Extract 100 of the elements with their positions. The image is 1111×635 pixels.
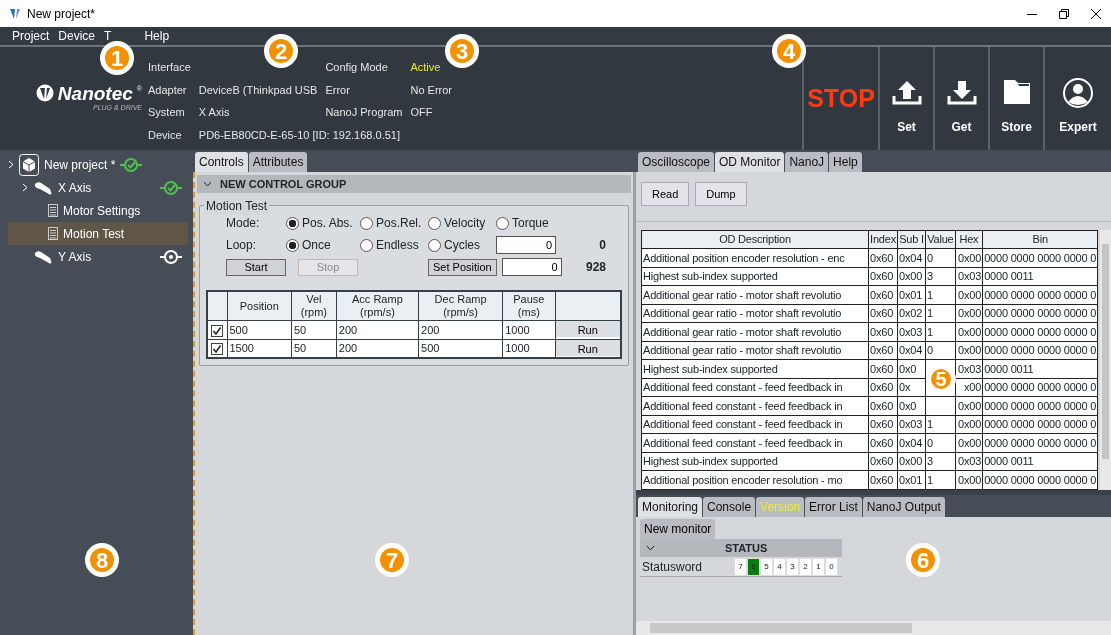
tab[interactable]: Error List	[805, 497, 862, 517]
tab[interactable]: New monitor	[640, 519, 716, 539]
table-cell: 50	[291, 339, 337, 358]
table-cell: 0000 0000 0000 0000 0	[982, 470, 1098, 490]
window-title: New project*	[27, 5, 96, 23]
radio-button[interactable]: Velocity	[428, 214, 490, 232]
status-bit: 7	[734, 557, 747, 576]
table-cell: 0000 0000 0000 0000 0	[982, 304, 1098, 323]
tree-item[interactable]: X Axis	[8, 176, 188, 199]
start-button[interactable]: Start	[226, 258, 286, 276]
table-cell: 500	[227, 320, 292, 339]
toolbar-button[interactable]: Read	[641, 182, 690, 206]
table-cell: 50	[291, 320, 337, 339]
table-cell: 0000 0011	[982, 267, 1098, 286]
table-cell: Additional gear ratio - motor shaft revolutio	[641, 285, 869, 305]
radio-button[interactable]: Pos. Abs.	[286, 214, 354, 232]
radio-button[interactable]: Torque	[496, 214, 558, 232]
menu-item[interactable]: Help	[144, 29, 170, 43]
readout: 928	[585, 259, 606, 276]
table-cell: 0x00	[955, 248, 983, 268]
scrollbar[interactable]	[1100, 230, 1111, 490]
table-cell: Highest sub-index supported	[641, 452, 869, 471]
chevron-icon	[8, 160, 14, 169]
tab[interactable]: Console	[703, 497, 756, 517]
motor-icon	[33, 249, 53, 264]
table-cell: Additional feed constant - feed feedback in	[641, 415, 869, 434]
tree-label: Motor Settings	[63, 202, 141, 220]
table-cell: 0x60	[868, 322, 898, 342]
upload-icon	[891, 78, 922, 108]
tree-label: New project *	[44, 156, 116, 174]
table-cell: Additional gear ratio - motor shaft revolutio	[641, 322, 869, 342]
cube-icon	[19, 153, 39, 176]
table-cell: 0x00	[955, 470, 983, 490]
info-value: X Axis	[198, 105, 231, 120]
info-label: Adapter	[148, 82, 188, 98]
column-header: OD Description	[641, 230, 869, 249]
tree-item[interactable]: New project *	[8, 153, 188, 176]
radio-button[interactable]: Once	[286, 236, 354, 254]
group-header[interactable]: STATUS	[640, 539, 842, 557]
column-header: Position	[227, 291, 292, 321]
menu-item[interactable]: Device	[58, 29, 96, 43]
status-bit: 0	[825, 557, 838, 576]
info-label: Device	[148, 127, 183, 143]
table-cell: 0x04	[897, 341, 926, 360]
table-cell: 0x00	[955, 433, 983, 453]
tab[interactable]: Help	[829, 152, 862, 172]
menu-item[interactable]: T	[104, 29, 112, 43]
tree-item[interactable]: Y Axis	[8, 245, 188, 268]
tab[interactable]: OD Monitor	[715, 152, 785, 172]
tab[interactable]: Monitoring	[638, 497, 703, 517]
tree-item[interactable]: Motion Test	[8, 222, 188, 245]
status-bit: 2	[799, 557, 812, 576]
table-cell: 0x03	[897, 415, 926, 434]
run-button[interactable]: Run	[555, 321, 620, 337]
field-label: Mode:	[225, 215, 261, 232]
checkbox[interactable]	[211, 324, 224, 337]
table-cell: 0x00	[897, 452, 926, 471]
logo-icon	[35, 84, 54, 103]
restore-icon[interactable]	[1059, 8, 1069, 19]
table-cell: 3	[925, 267, 956, 286]
set-position-button[interactable]: Set Position	[428, 258, 497, 276]
table-cell: 1	[925, 285, 956, 305]
table-cell: Additional feed constant - feed feedback in	[641, 433, 869, 453]
table-cell: 200	[336, 320, 419, 339]
status-bit: 4	[773, 557, 786, 576]
tree-item[interactable]: Motor Settings	[8, 199, 188, 222]
info-label: Config Mode	[325, 60, 389, 75]
radio-button[interactable]: Endless	[360, 236, 422, 254]
scrollbar[interactable]	[636, 621, 1111, 635]
tab[interactable]: NanoJ	[785, 152, 829, 172]
radio-button[interactable]: Pos.Rel.	[360, 214, 422, 232]
table-cell: Additional gear ratio - motor shaft revolutio	[641, 341, 869, 360]
info-value: No Error	[410, 82, 453, 98]
position-field[interactable]: 0	[501, 258, 562, 276]
tab[interactable]: Controls	[195, 152, 248, 172]
table-cell: 3	[925, 452, 956, 471]
table-cell: 0x60	[868, 378, 898, 397]
table-cell: 0x00	[955, 341, 983, 360]
group-header[interactable]: NEW CONTROL GROUP	[197, 175, 631, 193]
table-cell: 0000 0000 0000 0000 0	[982, 378, 1098, 397]
table-cell: 0x0	[897, 359, 926, 379]
table-cell: 0000 0000 0000 0000 0	[982, 285, 1098, 305]
cycles-field[interactable]: 0	[496, 236, 556, 254]
table-cell: 0x60	[868, 359, 898, 379]
table-cell: 0x0	[897, 396, 926, 416]
table-cell: 0x01	[897, 285, 926, 305]
table-cell: Highest sub-index supported	[641, 359, 869, 379]
table-cell: Highest sub-index supported	[641, 267, 869, 286]
tree-label: Motion Test	[63, 225, 125, 243]
checkbox[interactable]	[211, 343, 224, 356]
radio-button[interactable]: Cycles	[428, 236, 490, 254]
close-icon[interactable]	[1091, 8, 1101, 19]
tab[interactable]: NanoJ Output	[862, 497, 945, 517]
tab[interactable]: Oscilloscope	[638, 152, 715, 172]
info-value: Active	[410, 60, 442, 75]
column-header: Bin	[982, 230, 1098, 249]
menu-item[interactable]: Project	[12, 29, 50, 43]
status-bit: 5	[760, 557, 773, 576]
toolbar-button[interactable]: Dump	[695, 182, 747, 206]
tab[interactable]: Attributes	[248, 152, 308, 172]
